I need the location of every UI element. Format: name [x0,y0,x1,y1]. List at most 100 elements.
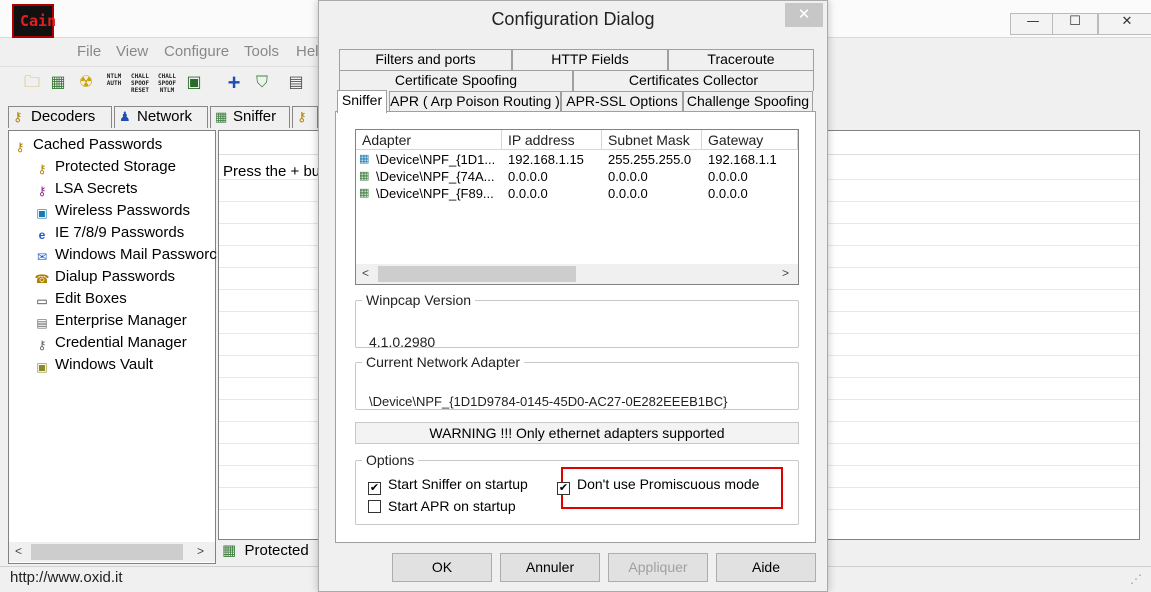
tab-certificates-collector[interactable]: Certificates Collector [573,70,814,91]
apply-button[interactable]: Appliquer [608,553,708,582]
adapter-row[interactable]: ▦ \Device\NPF_{1D1... 192.168.1.15 255.2… [356,151,798,168]
tree-item-dialup-passwords[interactable]: ☎ Dialup Passwords [33,267,176,289]
protected-storage-icon: ⚷ [37,162,47,176]
tree-item-windows-vault[interactable]: ▣ Windows Vault [33,355,153,377]
menu-help[interactable]: Hel [296,43,319,60]
monitor-icon[interactable]: ▣ [182,71,206,95]
no-promiscuous-label: Don't use Promiscuous mode [577,476,760,492]
adapter-list[interactable]: Adapter IP address Subnet Mask Gateway ▦… [355,129,799,285]
tab-sniffer[interactable]: ▦ Sniffer [210,106,290,128]
minimize-button[interactable]: — [1010,13,1056,35]
network-icon: ♟ [119,109,131,124]
dialog-close-button[interactable]: ✕ [785,3,823,27]
current-adapter-label: Current Network Adapter [366,354,521,370]
start-apr-checkbox[interactable]: Start APR on startup [368,498,516,514]
tab-http-fields[interactable]: HTTP Fields [512,49,668,70]
winpcap-version-group: Winpcap Version 4.1.0.2980 [355,292,799,350]
tree-root-cached-passwords[interactable]: ⚷ Cached Passwords [11,135,163,157]
menu-tools[interactable]: Tools [244,43,279,60]
adapter-row[interactable]: ▦ \Device\NPF_{74A... 0.0.0.0 0.0.0.0 0.… [356,168,798,185]
tree-item-edit-boxes[interactable]: ▭ Edit Boxes [33,289,127,311]
network-adapter-icon: ▦ [359,170,370,182]
ie-icon: e [38,228,46,242]
scan-icon[interactable]: ▤ [284,71,308,95]
tab-sniffer-config[interactable]: Sniffer [337,90,387,113]
tab-filters-and-ports[interactable]: Filters and ports [339,49,512,70]
tree-scroll-thumb[interactable] [31,544,183,560]
winpcap-version-value: 4.1.0.2980 [369,334,436,350]
tab-network-label: Network [137,108,193,125]
folder-icon[interactable]: 🗀 [20,71,44,95]
help-button[interactable]: Aide [716,553,816,582]
bottom-tab-protected[interactable]: ▦ Protected [218,540,328,564]
decoder-icon: ⚷ [13,109,23,124]
tab-apr[interactable]: APR ( Arp Poison Routing ) [389,91,561,112]
cancel-button[interactable]: Annuler [500,553,600,582]
dialup-icon: ☎ [34,272,50,286]
keys-icon: ⚷ [15,140,25,154]
adapter-name: \Device\NPF_{1D1... [376,152,496,167]
menu-file[interactable]: File [77,43,101,60]
menu-configure[interactable]: Configure [164,43,229,60]
tab-certificate-spoofing[interactable]: Certificate Spoofing [339,70,573,91]
tree-item-label: Edit Boxes [55,290,127,307]
scroll-right-icon[interactable]: > [782,266,789,280]
winpcap-version-label: Winpcap Version [366,292,472,308]
tab-decoders[interactable]: ⚷ Decoders [8,106,112,128]
chall-spoof-reset-icon[interactable]: CHALL SPOOF RESET [128,71,152,95]
ok-button[interactable]: OK [392,553,492,582]
tree-item-credential-manager[interactable]: ⚷ Credential Manager [33,333,187,355]
dialog-title: Configuration Dialog [491,9,655,29]
scroll-right-icon[interactable]: > [197,544,204,558]
sniffer-tab-panel: Adapter IP address Subnet Mask Gateway ▦… [335,111,816,543]
tree-item-lsa-secrets[interactable]: ⚷ LSA Secrets [33,179,138,201]
tab-traceroute[interactable]: Traceroute [668,49,814,70]
chall-spoof-ntlm-icon[interactable]: CHALL SPOOF NTLM [155,71,179,95]
scroll-left-icon[interactable]: < [15,544,22,558]
checkbox-checked-icon[interactable]: ✔ [557,482,570,495]
tab-challenge-spoofing[interactable]: Challenge Spoofing [683,91,813,112]
adapter-list-hscrollbar[interactable]: < > [356,264,798,284]
tree-item-label: Enterprise Manager [55,312,187,329]
menu-view[interactable]: View [116,43,148,60]
adapter-gateway: 0.0.0.0 [708,169,748,184]
column-header-adapter[interactable]: Adapter [356,130,502,150]
start-apr-label: Start APR on startup [388,498,516,514]
column-header-gateway[interactable]: Gateway [702,130,798,150]
start-sniffer-checkbox[interactable]: ✔ Start Sniffer on startup [368,476,528,495]
radiation-icon[interactable]: ☢ [74,71,98,95]
shield-icon[interactable]: ⛉ [250,71,274,95]
scroll-left-icon[interactable]: < [362,266,369,280]
tree-item-protected-storage[interactable]: ⚷ Protected Storage [33,157,176,179]
column-header-subnet-mask[interactable]: Subnet Mask [602,130,702,150]
lsa-secrets-icon: ⚷ [37,184,47,198]
status-url: http://www.oxid.it [10,569,123,586]
key-icon: ⚷ [297,109,307,124]
adapter-row[interactable]: ▦ \Device\NPF_{F89... 0.0.0.0 0.0.0.0 0.… [356,185,798,202]
adapter-list-scroll-thumb[interactable] [378,266,576,282]
tab-more[interactable]: ⚷ [292,106,318,128]
network-card-icon[interactable]: ▦ [46,71,70,95]
adapter-name: \Device\NPF_{74A... [376,169,495,184]
no-promiscuous-checkbox[interactable]: ✔ Don't use Promiscuous mode [557,476,759,495]
adapter-gateway: 192.168.1.1 [708,152,777,167]
tab-apr-ssl-options[interactable]: APR-SSL Options [561,91,683,112]
tree-hscrollbar[interactable]: < > [9,542,215,562]
tree-item-enterprise-manager[interactable]: ▤ Enterprise Manager [33,311,187,333]
app-logo: Cain [12,4,56,38]
tree-item-wireless-passwords[interactable]: ▣ Wireless Passwords [33,201,190,223]
ntlm-auth-icon[interactable]: NTLM AUTH [102,71,126,95]
wireless-icon: ▣ [36,206,48,220]
checkbox-checked-icon[interactable]: ✔ [368,482,381,495]
tree-item-windows-mail[interactable]: ✉ Windows Mail Passworc [33,245,217,267]
resize-grip-icon[interactable]: ⋰ [1130,572,1142,586]
maximize-button[interactable]: ☐ [1052,13,1098,35]
network-adapter-icon: ▦ [359,187,370,199]
close-button[interactable]: ✕ [1098,13,1151,35]
plus-icon[interactable]: + [222,71,246,95]
checkbox-unchecked-icon[interactable] [368,500,381,513]
tree-item-ie-passwords[interactable]: e IE 7/8/9 Passwords [33,223,185,245]
tab-network[interactable]: ♟ Network [114,106,208,128]
bottom-tab-icon: ▦ [222,542,237,559]
column-header-ip-address[interactable]: IP address [502,130,602,150]
